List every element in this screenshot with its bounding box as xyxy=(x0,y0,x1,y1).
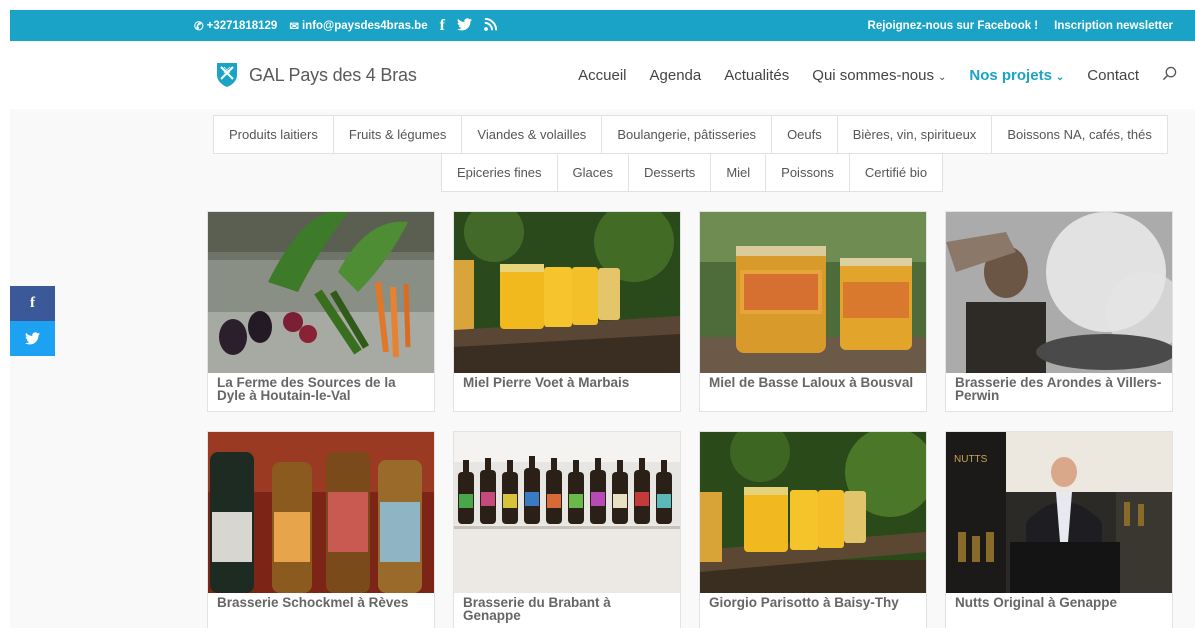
product-card[interactable]: Miel de Basse Laloux à Bousval xyxy=(699,211,927,412)
site-logo[interactable]: GAL Pays des 4 Bras xyxy=(215,61,417,89)
logo-text: GAL Pays des 4 Bras xyxy=(249,64,417,85)
phone-icon: ✆ xyxy=(194,20,204,33)
chevron-down-icon: ⌄ xyxy=(1055,71,1065,83)
page: ✆ +3271818129 ✉ info@paysdes4bras.be f R… xyxy=(10,10,1195,628)
twitter-icon xyxy=(25,332,40,345)
product-title[interactable]: Giorgio Parisotto à Baisy-Thy xyxy=(700,593,926,610)
email-link[interactable]: ✉ info@paysdes4bras.be xyxy=(289,19,427,33)
envelope-icon: ✉ xyxy=(289,20,299,33)
share-facebook-button[interactable]: f xyxy=(10,286,55,321)
product-card[interactable]: Brasserie du Brabant à Genappe xyxy=(453,431,681,628)
product-card[interactable]: Miel Pierre Voet à Marbais xyxy=(453,211,681,412)
rss-icon[interactable] xyxy=(484,17,498,34)
newsletter-link[interactable]: Inscription newsletter xyxy=(1054,20,1173,32)
product-card[interactable]: Brasserie Schockmel à Rèves xyxy=(207,431,435,628)
top-bar: ✆ +3271818129 ✉ info@paysdes4bras.be f R… xyxy=(10,10,1195,41)
beer-bottles-image[interactable] xyxy=(208,432,434,593)
product-title[interactable]: Brasserie Schockmel à Rèves xyxy=(208,593,434,610)
honey-jars-image[interactable] xyxy=(454,212,680,373)
product-title[interactable]: Miel de Basse Laloux à Bousval xyxy=(700,373,926,390)
stand-man-image[interactable]: NUTTS xyxy=(946,432,1172,593)
product-card[interactable]: Brasserie des Arondes à Villers-Perwin xyxy=(945,211,1173,412)
svg-text:NUTTS: NUTTS xyxy=(954,454,988,465)
category-epiceries-fines[interactable]: Epiceries fines xyxy=(441,153,558,192)
product-card[interactable]: La Ferme des Sources de la Dyle à Houtai… xyxy=(207,211,435,412)
category-viandes-volailles[interactable]: Viandes & volailles xyxy=(461,115,603,154)
nav-qui-sommes-nous[interactable]: Qui sommes-nous ⌄ xyxy=(812,67,946,84)
category-miel[interactable]: Miel xyxy=(710,153,767,192)
category-certifie-bio[interactable]: Certifié bio xyxy=(848,153,944,192)
category-boulangerie[interactable]: Boulangerie, pâtisseries xyxy=(601,115,773,154)
category-fruits-legumes[interactable]: Fruits & légumes xyxy=(332,115,463,154)
share-twitter-button[interactable] xyxy=(10,321,55,356)
product-title[interactable]: Nutts Original à Genappe xyxy=(946,593,1172,610)
product-card[interactable]: Giorgio Parisotto à Baisy-Thy xyxy=(699,431,927,628)
category-glaces[interactable]: Glaces xyxy=(556,153,630,192)
twitter-icon[interactable] xyxy=(456,17,472,34)
product-title[interactable]: La Ferme des Sources de la Dyle à Houtai… xyxy=(208,373,434,403)
facebook-icon: f xyxy=(30,295,35,311)
nav-contact[interactable]: Contact xyxy=(1087,67,1139,84)
chevron-down-icon: ⌄ xyxy=(938,71,947,83)
nav-agenda[interactable]: Agenda xyxy=(650,67,702,84)
vegetables-image[interactable] xyxy=(208,212,434,373)
honey-labels-image[interactable] xyxy=(700,212,926,373)
category-desserts[interactable]: Desserts xyxy=(628,153,712,192)
category-row-1: Produits laitiers Fruits & légumes Viand… xyxy=(213,115,1168,154)
nav-actualites[interactable]: Actualités xyxy=(724,67,789,84)
product-title[interactable]: Brasserie du Brabant à Genappe xyxy=(454,593,680,623)
brewer-steam-image[interactable] xyxy=(946,212,1172,373)
search-icon[interactable] xyxy=(1162,66,1177,85)
honey-table-image[interactable] xyxy=(700,432,926,593)
main-header: GAL Pays des 4 Bras Accueil Agenda Actua… xyxy=(10,41,1195,109)
phone-link[interactable]: ✆ +3271818129 xyxy=(194,19,277,33)
product-title[interactable]: Miel Pierre Voet à Marbais xyxy=(454,373,680,390)
facebook-join-link[interactable]: Rejoignez-nous sur Facebook ! xyxy=(868,20,1039,32)
product-card[interactable]: NUTTS Nutts Original à Genappe xyxy=(945,431,1173,628)
shield-logo-icon xyxy=(217,63,237,87)
facebook-icon[interactable]: f xyxy=(440,17,445,35)
main-nav: Accueil Agenda Actualités Qui sommes-nou… xyxy=(578,41,1177,109)
category-poissons[interactable]: Poissons xyxy=(765,153,850,192)
category-oeufs[interactable]: Oeufs xyxy=(771,115,838,154)
category-produits-laitiers[interactable]: Produits laitiers xyxy=(213,115,334,154)
nav-nos-projets[interactable]: Nos projets ⌄ xyxy=(969,67,1064,84)
category-boissons-na[interactable]: Boissons NA, cafés, thés xyxy=(991,115,1168,154)
social-share-bar: f xyxy=(10,286,55,356)
product-title[interactable]: Brasserie des Arondes à Villers-Perwin xyxy=(946,373,1172,403)
nav-accueil[interactable]: Accueil xyxy=(578,67,626,84)
category-row-2: Epiceries fines Glaces Desserts Miel Poi… xyxy=(441,153,944,192)
bottle-row-image[interactable] xyxy=(454,432,680,593)
category-bieres-vin[interactable]: Bières, vin, spiritueux xyxy=(836,115,993,154)
